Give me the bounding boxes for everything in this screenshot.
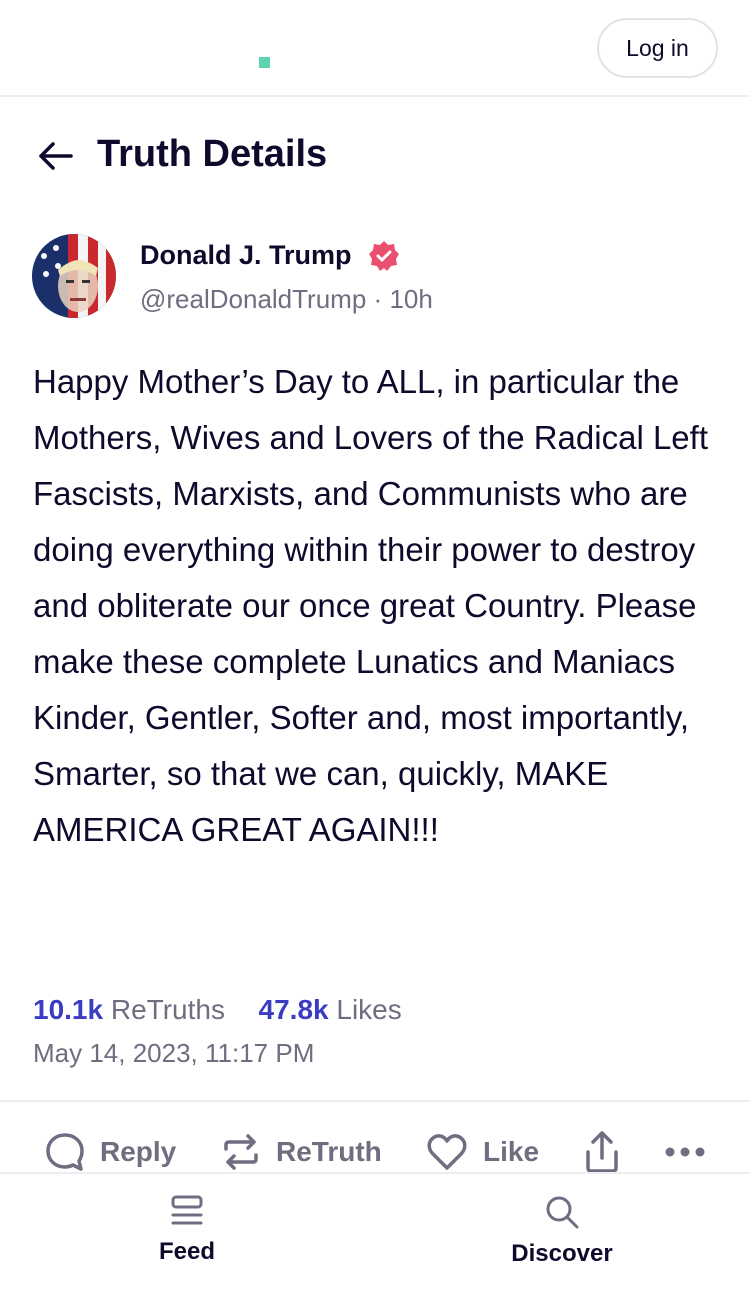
nav-feed[interactable]: Feed (87, 1194, 287, 1266)
page-header: Truth Details (0, 118, 750, 194)
more-dots-icon (665, 1147, 705, 1157)
repost-arrows-icon (224, 1134, 258, 1170)
retruths-count[interactable]: 10.1k (33, 994, 103, 1025)
login-button[interactable]: Log in (597, 18, 718, 78)
search-icon (546, 1196, 579, 1229)
top-bar: Log in (0, 0, 750, 97)
retruth-label: ReTruth (276, 1136, 382, 1167)
nav-discover[interactable]: Discover (462, 1194, 662, 1268)
heart-icon (427, 1134, 467, 1170)
avatar[interactable] (32, 234, 116, 318)
retruths-label: ReTruths (110, 994, 225, 1025)
nav-discover-label: Discover (511, 1240, 613, 1267)
back-button[interactable] (34, 136, 76, 176)
nav-feed-label: Feed (158, 1238, 215, 1265)
author-name[interactable]: Donald J. Trump (140, 240, 352, 271)
likes-count[interactable]: 47.8k (259, 994, 329, 1025)
post-stats: 10.1k ReTruths 47.8k Likes (33, 994, 402, 1026)
bottom-nav: Feed Discover (0, 1172, 750, 1294)
page-title: Truth Details (97, 133, 328, 175)
logo[interactable] (259, 57, 270, 68)
feed-list-icon (171, 1195, 203, 1225)
post-age: 10h (389, 284, 433, 314)
post-timestamp: May 14, 2023, 11:17 PM (33, 1038, 315, 1068)
post-text: Happy Mother’s Day to ALL, in particular… (33, 363, 708, 848)
author-handle[interactable]: @realDonaldTrump (140, 284, 366, 314)
author-handle-row: @realDonaldTrump · 10h (140, 284, 433, 315)
like-label: Like (483, 1136, 540, 1167)
verified-badge-icon (369, 241, 399, 271)
avatar-image (32, 234, 116, 318)
arrow-left-icon (39, 142, 73, 170)
reply-label: Reply (100, 1136, 177, 1167)
share-upload-icon (586, 1131, 618, 1173)
likes-label: Likes (336, 994, 402, 1025)
divider (0, 1100, 750, 1102)
meta-separator: · (373, 284, 383, 314)
speech-bubble-icon (46, 1133, 84, 1171)
